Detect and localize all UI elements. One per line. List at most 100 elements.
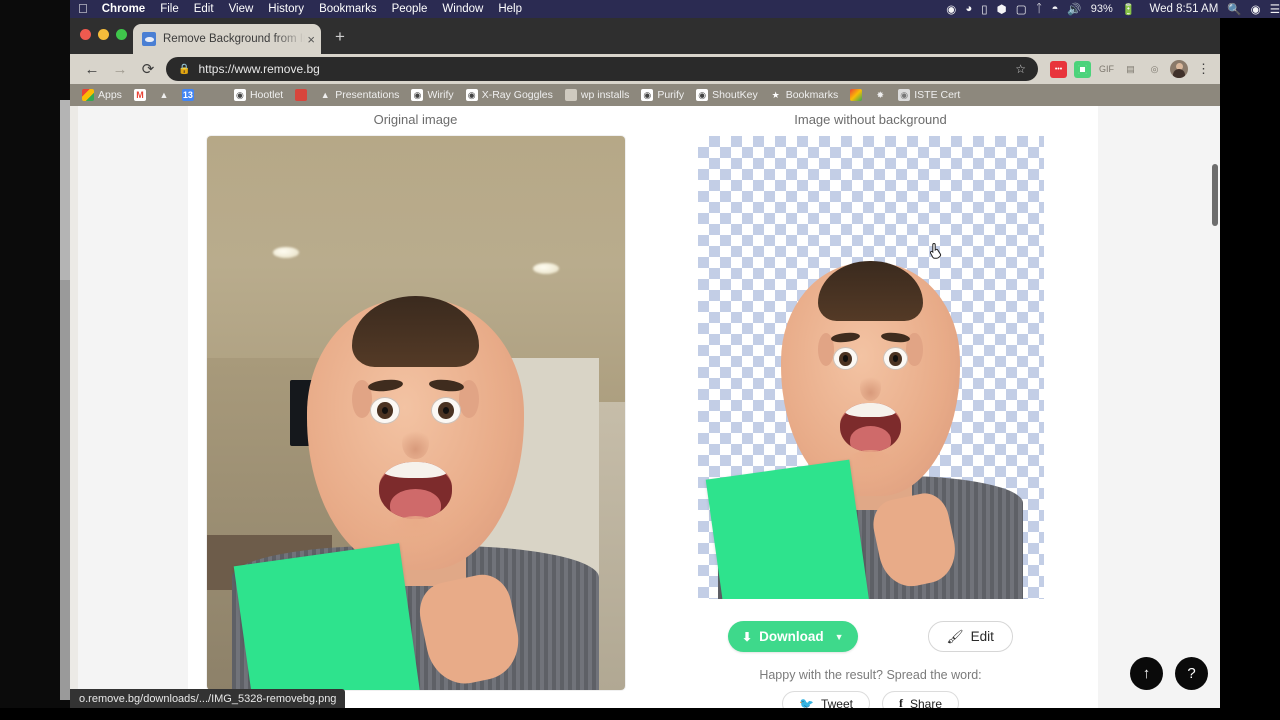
menu-item-bookmarks[interactable]: Bookmarks	[319, 3, 377, 15]
menu-item-view[interactable]: View	[229, 3, 254, 15]
new-tab-button[interactable]: +	[329, 25, 351, 47]
result-image-column: Image without background ⬇ Download ▼ 🖌 …	[643, 112, 1098, 708]
iris	[438, 402, 454, 419]
result-image-transparent[interactable]	[697, 136, 1044, 599]
bookmark-label: Hootlet	[249, 89, 284, 101]
bookmark-bookmarks-folder[interactable]: ★ Bookmarks	[764, 89, 845, 101]
forward-arrow-icon[interactable]: →	[106, 56, 134, 82]
bookmark-chrome[interactable]	[844, 89, 868, 101]
bookmark-iste-cert[interactable]: ◉ ISTE Cert	[892, 89, 966, 101]
target-extension-icon[interactable]: ◎	[1146, 61, 1163, 78]
edit-button[interactable]: 🖌 Edit	[927, 621, 1013, 652]
address-bar[interactable]: 🔒 https://www.remove.bg ☆	[166, 57, 1038, 81]
bookmark-tomato[interactable]	[289, 89, 313, 101]
remove-bg-result-page: Original image Image without background …	[188, 106, 1098, 708]
wifi-icon[interactable]: ◓	[1051, 3, 1058, 15]
bookmark-presentations[interactable]: ▲ Presentations	[313, 89, 405, 101]
tweet-button[interactable]: 🐦 Tweet	[782, 691, 870, 708]
battery-charging-icon[interactable]: 🔋	[1122, 3, 1136, 16]
dropbox-icon[interactable]: ⬢	[997, 2, 1007, 16]
download-button[interactable]: ⬇ Download ▼	[728, 621, 858, 652]
menu-item-history[interactable]: History	[268, 3, 304, 15]
google-drive-icon: ▲	[159, 90, 169, 100]
profile-avatar[interactable]	[1170, 60, 1188, 78]
hair	[352, 296, 479, 367]
hair	[818, 260, 923, 322]
result-action-buttons: ⬇ Download ▼ 🖌 Edit	[728, 621, 1013, 652]
green-paper-square	[233, 543, 422, 690]
display-icon[interactable]: ▯	[981, 2, 987, 16]
bookmark-purify[interactable]: ◉ Purify	[635, 89, 690, 101]
spotlight-search-icon[interactable]: 🔍	[1227, 2, 1241, 16]
volume-icon[interactable]: 🔊	[1067, 2, 1081, 16]
bookmark-label: Wirify	[427, 89, 454, 101]
apple-logo-icon[interactable]: 	[78, 2, 88, 15]
puzzle-icon: ✸	[876, 89, 884, 100]
airplay-icon[interactable]: ▢	[1016, 2, 1027, 16]
menu-item-edit[interactable]: Edit	[194, 3, 214, 15]
menu-item-window[interactable]: Window	[442, 3, 483, 15]
page-viewport: Original image Image without background …	[70, 106, 1220, 708]
bookmark-hootlet[interactable]: ◉ Hootlet	[228, 89, 289, 101]
bookmark-wirify[interactable]: ◉ Wirify	[405, 89, 459, 101]
original-image-title: Original image	[373, 112, 458, 127]
chevron-down-icon[interactable]: ▼	[835, 632, 844, 642]
chrome-menu-icon[interactable]: ⋮	[1195, 61, 1212, 77]
bookmark-label: Bookmarks	[785, 89, 839, 101]
bookmark-wp-installs[interactable]: wp installs	[559, 89, 635, 101]
menu-item-help[interactable]: Help	[498, 3, 522, 15]
person	[207, 291, 625, 690]
page-scrollbar-thumb[interactable]	[1212, 164, 1218, 226]
bookmark-calendar[interactable]: 13	[176, 89, 200, 101]
chrome-browser-window: Remove Background from Imag × + ← → ⟳ 🔒 …	[70, 18, 1220, 708]
bookmark-gmail[interactable]: M	[128, 89, 152, 101]
record-icon[interactable]: ◉	[946, 2, 956, 16]
eye-left	[832, 347, 858, 371]
facebook-share-button[interactable]: f Share	[881, 691, 959, 708]
siri-icon[interactable]: ◉	[1251, 2, 1261, 16]
scroll-to-top-button[interactable]: ↑	[1130, 657, 1163, 690]
gif-extension-icon[interactable]: GIF	[1098, 61, 1115, 78]
back-arrow-icon[interactable]: ←	[78, 56, 106, 82]
close-icon[interactable]: ×	[307, 32, 315, 47]
bookmark-apps[interactable]: Apps	[76, 89, 128, 101]
menu-bar-clock[interactable]: Wed 8:51 AM	[1149, 3, 1218, 15]
bookmark-label: Presentations	[335, 89, 400, 101]
tomato-icon	[295, 89, 308, 101]
bookmark-shoutkey[interactable]: ◉ ShoutKey	[690, 89, 764, 101]
help-button[interactable]: ?	[1175, 657, 1208, 690]
bookmark-label: wp installs	[580, 89, 630, 101]
original-image-column: Original image	[188, 112, 643, 708]
bookmark-xray-goggles[interactable]: ◉ X-Ray Goggles	[460, 89, 559, 101]
close-window-button[interactable]	[80, 29, 91, 40]
bookmark-puzzle[interactable]: ✸	[868, 89, 892, 101]
original-image[interactable]	[206, 136, 625, 690]
red-extension-icon[interactable]	[1050, 60, 1067, 78]
menu-item-people[interactable]: People	[392, 3, 428, 15]
bookmark-drive[interactable]: ▲	[152, 89, 176, 101]
menu-item-file[interactable]: File	[160, 3, 179, 15]
minimize-window-button[interactable]	[98, 29, 109, 40]
background-window-edge-highlight	[60, 100, 70, 280]
reload-icon[interactable]: ⟳	[134, 56, 162, 82]
menu-item-chrome[interactable]: Chrome	[102, 3, 145, 15]
facebook-icon: f	[898, 696, 903, 708]
person	[698, 256, 1044, 599]
bookmark-star-icon[interactable]: ☆	[1015, 62, 1026, 76]
head	[306, 296, 525, 571]
tab-title: Remove Background from Imag	[163, 33, 305, 45]
browser-tab[interactable]: Remove Background from Imag ×	[133, 24, 321, 54]
bookmarklet-icon: ◉	[696, 89, 709, 101]
green-extension-icon[interactable]	[1074, 60, 1091, 78]
bluetooth-icon[interactable]: ᛏ	[1036, 3, 1043, 15]
grid-extension-icon[interactable]: ▤	[1122, 61, 1139, 78]
bookmarklet-icon: ◉	[465, 89, 478, 101]
folder-icon	[564, 89, 577, 101]
screenshot-icon[interactable]: ◕	[965, 3, 972, 15]
maximize-window-button[interactable]	[116, 29, 127, 40]
control-center-icon[interactable]: ☰	[1270, 2, 1280, 16]
download-icon: ⬇	[742, 629, 753, 644]
screen:  Chrome File Edit View History Bookmark…	[0, 0, 1280, 720]
window-traffic-lights	[80, 29, 127, 40]
eye-left	[369, 396, 401, 424]
